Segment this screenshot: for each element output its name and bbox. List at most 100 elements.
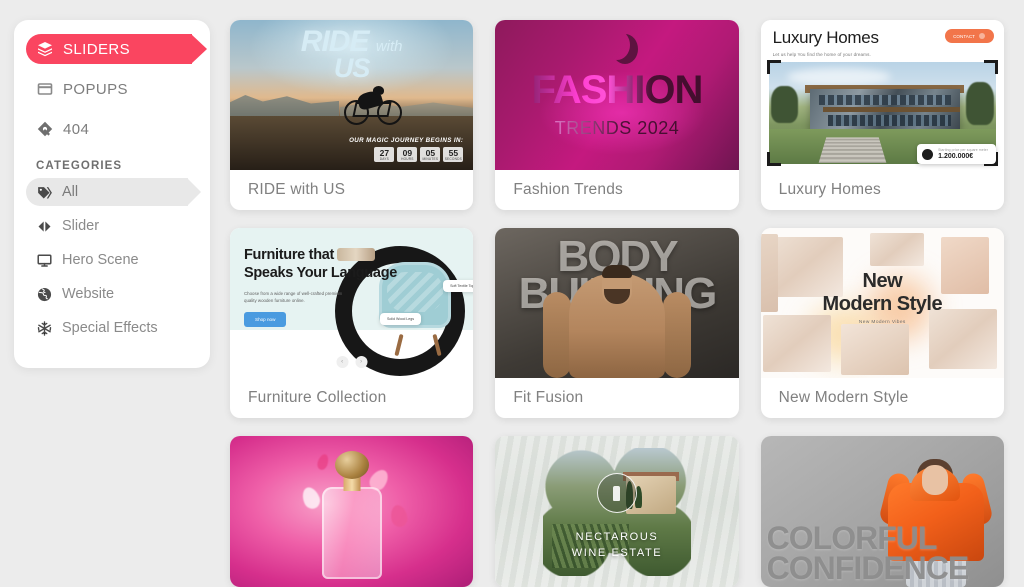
categories-heading: CATEGORIES (36, 160, 123, 172)
countdown-block: OUR MAGIC JOURNEY BEGINS IN: 27 DAYS 09 … (349, 137, 464, 162)
countdown-unit: 55 SECONDS (443, 146, 464, 162)
fitness-preview: BODY BUILDING (495, 228, 739, 378)
card-thumbnail[interactable]: RIDE with US OUR MAGIC JOURNEY BEGINS IN… (230, 20, 474, 170)
perfume-preview (230, 436, 474, 587)
slider-controls[interactable]: ‹ › (336, 356, 368, 368)
card-title: Luxury Homes (778, 181, 881, 198)
sidebar-item-label: 404 (63, 120, 90, 138)
price-caption: Starting price per square meter (938, 148, 988, 152)
furniture-headline: Furniture that Speaks Your Language (244, 246, 397, 282)
price-value: 1.200.000€ (938, 153, 974, 160)
sidebar-item-popups[interactable]: POPUPS (26, 74, 198, 104)
sidebar-category-special-effects[interactable]: Special Effects (26, 314, 198, 342)
tag-icon (36, 184, 52, 200)
modern-style-preview: New Modern Style New Modern Vibes (760, 228, 1004, 378)
sidebar-category-label: Special Effects (62, 320, 158, 336)
sidebar-category-label: Website (62, 286, 115, 302)
slider-next-button[interactable]: › (355, 356, 368, 368)
sidebar-category-label: All (62, 184, 79, 200)
sidebar-category-all[interactable]: All (26, 178, 201, 206)
moon-icon (604, 30, 630, 60)
confidence-headline-line2: CONFIDENCE (766, 549, 970, 586)
sidebar-item-sliders[interactable]: SLIDERS (26, 34, 207, 64)
card-thumbnail[interactable]: New Modern Style New Modern Vibes (760, 228, 1004, 378)
template-card-luxury-homes[interactable]: Luxury Homes Let us help You find the ho… (760, 20, 1004, 210)
furniture-headline-line2: Speaks Your Language (244, 265, 398, 282)
card-title: Furniture Collection (248, 389, 387, 406)
countdown-unit: 05 MINUTES (420, 146, 441, 162)
fashion-subheadline: TRENDS 2024 (495, 118, 738, 139)
window-icon (36, 81, 53, 98)
template-card-new-modern-style[interactable]: New Modern Style New Modern Vibes New Mo… (760, 228, 1004, 418)
modern-headline: New Modern Style (761, 270, 1004, 316)
wine-preview: NECTAROUS WINE ESTATE (495, 436, 739, 587)
sidebar-category-label: Slider (62, 218, 100, 234)
sidebar-category-website[interactable]: Website (26, 280, 198, 308)
frame-corner (766, 152, 781, 166)
sidebar: SLIDERS POPUPS 404 CATEGORIES All Slider… (14, 20, 210, 368)
card-thumbnail[interactable]: Luxury Homes Let us help You find the ho… (760, 20, 1004, 170)
template-card-perfume[interactable] (230, 436, 474, 587)
monitor-icon (36, 252, 52, 268)
wine-headline-line2: WINE ESTATE (571, 546, 663, 559)
ride-headline-small: with (375, 38, 403, 55)
countdown-unit: 27 DAYS (374, 146, 395, 162)
app-root: SLIDERS POPUPS 404 CATEGORIES All Slider… (0, 0, 1024, 587)
wine-headline-line1: NECTAROUS (575, 530, 659, 543)
template-card-nectarous-wine-estate[interactable]: NECTAROUS WINE ESTATE (495, 436, 739, 587)
card-thumbnail[interactable] (230, 436, 474, 587)
modern-headline-line1: New (862, 270, 903, 292)
shop-now-button[interactable]: Shop now (244, 312, 287, 327)
furniture-headline-line1: Furniture that (244, 247, 335, 263)
frame-corner (983, 60, 998, 74)
luxury-button-label: CONTACT (953, 33, 975, 39)
layers-icon (36, 41, 53, 58)
template-card-fit-fusion[interactable]: BODY BUILDING Fit Fusion (495, 228, 739, 418)
card-title: Fashion Trends (513, 181, 623, 198)
modern-subheadline: New Modern Vibes (858, 320, 906, 325)
fashion-preview: FASHION TRENDS 2024 (495, 20, 739, 170)
fashion-model-preview: COLORFUL CONFIDENCE (760, 436, 1004, 587)
confidence-headline: COLORFUL CONFIDENCE (766, 522, 970, 586)
card-title: RIDE with US (248, 181, 346, 198)
countdown-value: 09 (402, 147, 413, 158)
template-card-colorful-confidence[interactable]: COLORFUL CONFIDENCE (760, 436, 1004, 587)
sidebar-category-hero-scene[interactable]: Hero Scene (26, 246, 198, 274)
wine-emblem-icon (596, 473, 637, 514)
sidebar-category-slider[interactable]: Slider (26, 212, 198, 240)
perfume-bottle (321, 487, 382, 579)
card-thumbnail[interactable]: FASHION TRENDS 2024 (495, 20, 739, 170)
countdown-value: 05 (425, 147, 436, 158)
card-thumbnail[interactable]: Furniture that Speaks Your Language Choo… (230, 228, 474, 378)
card-thumbnail[interactable]: BODY BUILDING (495, 228, 739, 378)
countdown-value: 55 (448, 147, 459, 158)
card-thumbnail[interactable]: NECTAROUS WINE ESTATE (495, 436, 739, 587)
countdown-unit-label: SECONDS (444, 157, 462, 161)
inline-photo-icon (337, 248, 376, 261)
template-card-ride-with-us[interactable]: RIDE with US OUR MAGIC JOURNEY BEGINS IN… (230, 20, 474, 210)
sidebar-item-404[interactable]: 404 (26, 114, 198, 144)
diamond-icon (36, 121, 53, 138)
ride-headline: RIDE with US (230, 27, 473, 82)
sidebar-item-label: SLIDERS (63, 40, 130, 58)
furniture-subheadline: Choose from a wide range of well-crafted… (244, 291, 343, 304)
template-card-furniture-collection[interactable]: Furniture that Speaks Your Language Choo… (230, 228, 474, 418)
card-title: New Modern Style (778, 389, 909, 406)
template-grid: RIDE with US OUR MAGIC JOURNEY BEGINS IN… (210, 20, 1014, 587)
globe-icon (36, 286, 52, 302)
countdown-unit-label: MINUTES (422, 157, 439, 161)
arrow-icon (922, 148, 934, 160)
wine-headline: NECTAROUS WINE ESTATE (495, 530, 738, 562)
luxury-preview: Luxury Homes Let us help You find the ho… (760, 20, 1004, 170)
fashion-headline: FASHION (495, 70, 738, 110)
countdown-unit-label: HOURS (401, 157, 414, 161)
template-card-fashion-trends[interactable]: FASHION TRENDS 2024 Fashion Trends (495, 20, 739, 210)
arrow-circle-icon (978, 33, 985, 39)
slider-prev-button[interactable]: ‹ (336, 356, 349, 368)
cyclist-illustration (342, 77, 404, 125)
feature-chip: Soft Textile Top (443, 280, 474, 292)
frame-corner (766, 60, 781, 74)
card-title: Fit Fusion (513, 389, 584, 406)
card-thumbnail[interactable]: COLORFUL CONFIDENCE (760, 436, 1004, 587)
luxury-contact-button[interactable]: CONTACT (945, 29, 994, 43)
